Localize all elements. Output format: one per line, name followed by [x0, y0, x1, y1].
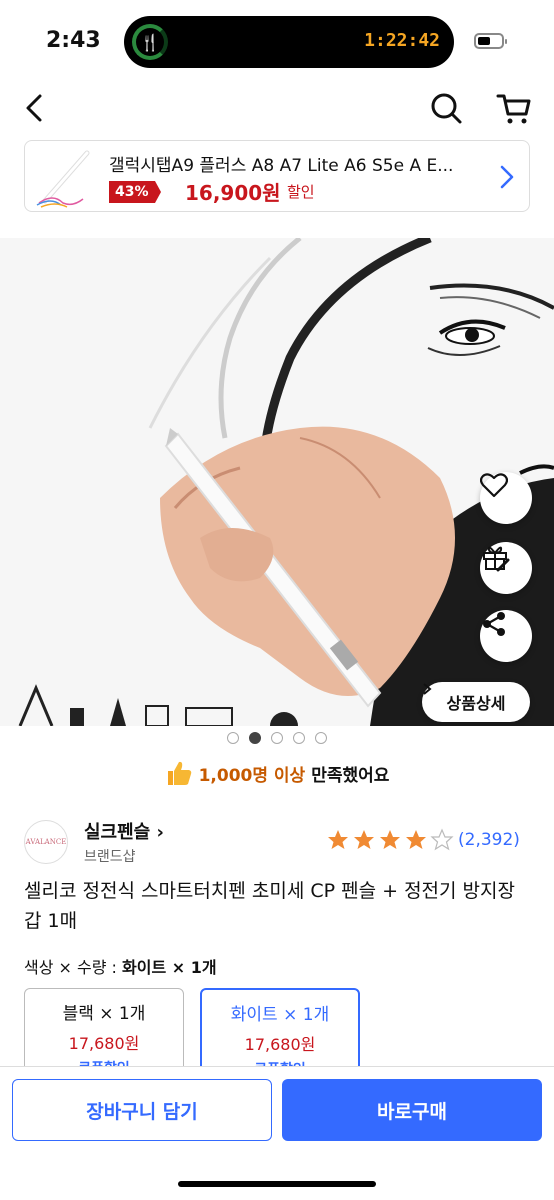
- chevron-right-icon: ›: [150, 822, 164, 843]
- dynamic-island[interactable]: 🍴 1:22:42: [124, 16, 454, 68]
- option-name: 블랙 × 1개: [62, 1004, 146, 1024]
- related-product-card[interactable]: 갤럭시탭A9 플러스 A8 A7 Lite A6 S5e A E... 43% …: [24, 140, 530, 212]
- home-indicator[interactable]: [178, 1181, 376, 1187]
- satisfaction-banner: 1,000명 이상 만족했어요: [0, 756, 554, 790]
- carousel-dot[interactable]: [271, 732, 283, 744]
- carousel-dot[interactable]: [293, 732, 305, 744]
- status-bar: 2:43 🍴 1:22:42: [0, 0, 554, 80]
- add-to-cart-button[interactable]: 장바구니 담기: [12, 1079, 272, 1141]
- gift-button[interactable]: [480, 542, 532, 594]
- search-button[interactable]: [426, 88, 466, 128]
- related-product-name: 갤럭시탭A9 플러스 A8 A7 Lite A6 S5e A E...: [109, 156, 454, 176]
- seller-type: 브랜드샵: [84, 849, 136, 865]
- option-label: 색상 × 수량 : 화이트 × 1개: [24, 954, 217, 978]
- fork-knife-icon: 🍴: [132, 24, 168, 60]
- discount-label: 할인: [287, 183, 315, 201]
- product-title: 셀리코 정전식 스마트터치펜 초미세 CP 펜슬 + 정전기 방지장갑 1매: [24, 880, 516, 932]
- related-product-price: 16,900원: [185, 181, 281, 205]
- chevron-right-icon: [423, 683, 432, 695]
- carousel-dot[interactable]: [227, 732, 239, 744]
- discount-badge: 43%: [109, 181, 160, 203]
- cart-button[interactable]: [494, 88, 534, 128]
- product-detail-label: 상품상세: [446, 694, 506, 713]
- product-thumbnail: [36, 150, 90, 208]
- product-image-carousel[interactable]: 상품상세: [0, 238, 554, 726]
- product-image: [0, 238, 554, 726]
- seller-name: 실크펜슬: [84, 822, 151, 843]
- back-button[interactable]: [18, 88, 54, 128]
- island-timer: 1:22:42: [364, 30, 440, 51]
- star-rating-icon: [328, 828, 454, 851]
- status-time: 2:43: [46, 28, 101, 53]
- option-name: 화이트 × 1개: [230, 1005, 330, 1025]
- thumbs-up-icon: [167, 761, 191, 785]
- search-icon: [431, 93, 462, 124]
- share-button[interactable]: [480, 610, 532, 662]
- seller-name-link[interactable]: 실크펜슬 ›: [84, 818, 164, 844]
- cart-icon: [496, 94, 531, 124]
- review-count-link[interactable]: (2,392): [458, 830, 520, 850]
- rating-stars[interactable]: [326, 828, 454, 852]
- option-price: 17,680원: [244, 1035, 316, 1054]
- wishlist-button[interactable]: [480, 472, 532, 524]
- heart-icon: [480, 473, 508, 498]
- buy-now-button[interactable]: 바로구매: [282, 1079, 542, 1141]
- battery-icon: [474, 33, 507, 49]
- bottom-action-bar: 장바구니 담기 바로구매: [0, 1066, 554, 1200]
- option-price: 17,680원: [68, 1034, 140, 1053]
- carousel-dot[interactable]: [315, 732, 327, 744]
- option-selected-value: 화이트 × 1개: [122, 958, 217, 977]
- carousel-dot-active[interactable]: [249, 732, 261, 744]
- option-label-text: 색상 × 수량 :: [24, 958, 117, 977]
- product-detail-button[interactable]: 상품상세: [422, 682, 530, 722]
- share-icon: [483, 612, 505, 636]
- seller-logo[interactable]: AVALANCE: [24, 820, 68, 864]
- chevron-left-icon: [26, 94, 42, 122]
- top-nav: [0, 84, 554, 132]
- chevron-right-icon: [500, 165, 514, 189]
- satisfaction-count: 1,000명 이상: [198, 765, 306, 786]
- gift-icon: [483, 546, 510, 572]
- carousel-indicator: [0, 732, 554, 744]
- satisfaction-text: 만족했어요: [311, 765, 390, 786]
